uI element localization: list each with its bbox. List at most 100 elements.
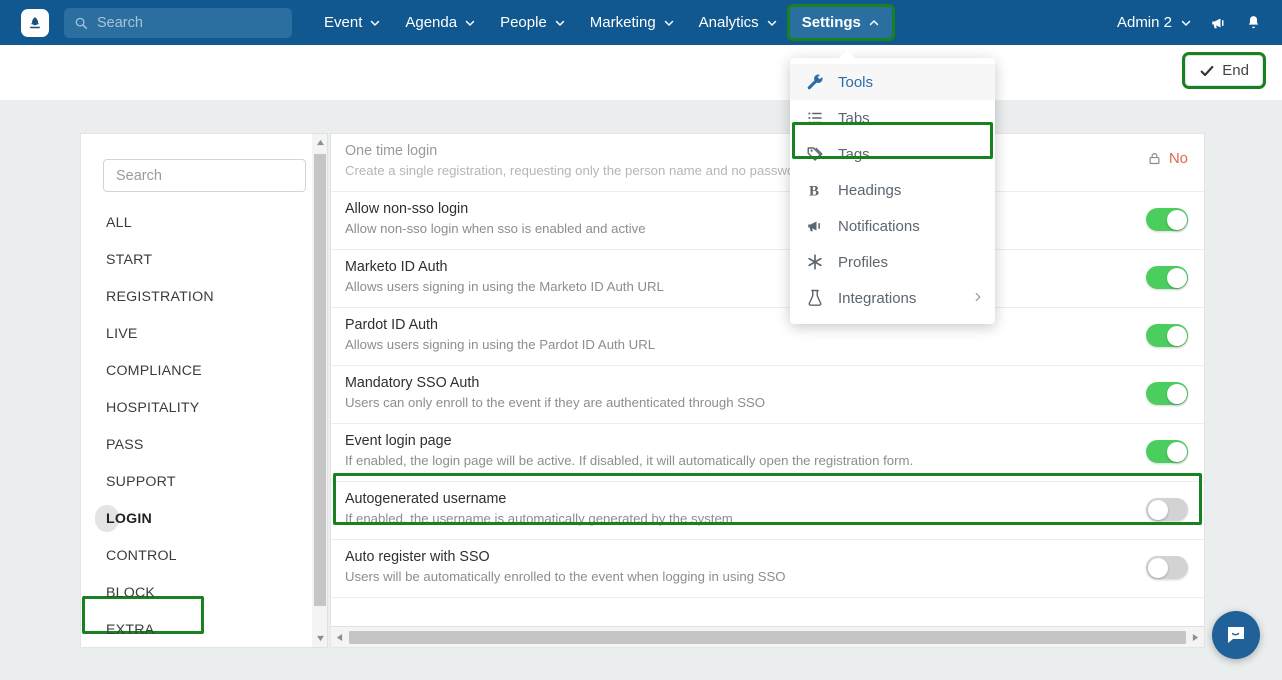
sidebar-item-label: LIVE — [106, 325, 138, 342]
dropdown-item-tabs[interactable]: Tabs — [790, 100, 995, 136]
nav-item-marketing[interactable]: Marketing — [578, 7, 687, 38]
sidebar-item-all[interactable]: ALL — [81, 204, 328, 241]
row-description: Allows users signing in using the Market… — [345, 279, 664, 294]
dropdown-item-headings[interactable]: B Headings — [790, 172, 995, 208]
notifications-button[interactable] — [1236, 0, 1270, 45]
sidebar-item-label: SUPPORT — [106, 473, 176, 490]
app-logo[interactable] — [21, 8, 49, 37]
nav-item-settings[interactable]: Settings — [786, 4, 895, 41]
sidebar-item-control[interactable]: CONTROL — [81, 537, 328, 574]
row-title: Autogenerated username — [345, 491, 507, 507]
toggle-knob — [1166, 383, 1187, 404]
toggle-knob — [1147, 557, 1168, 578]
nav-item-analytics[interactable]: Analytics — [687, 7, 790, 38]
toggle-knob — [1147, 499, 1168, 520]
sidebar-item-label: START — [106, 251, 153, 268]
sidebar-item-label: CONTROL — [106, 547, 177, 564]
dropdown-item-integrations[interactable]: Integrations — [790, 280, 995, 316]
settings-row[interactable]: Autogenerated username If enabled, the u… — [331, 482, 1204, 540]
sidebar-item-label: HOSPITALITY — [106, 399, 200, 416]
toggle-knob — [1166, 325, 1187, 346]
scroll-left-arrow-icon[interactable] — [331, 627, 348, 648]
global-search-placeholder: Search — [97, 14, 143, 31]
category-sidebar: Search ALL START REGISTRATION LIVE COMPL… — [80, 133, 328, 648]
nav-item-agenda[interactable]: Agenda — [393, 7, 488, 38]
announcements-button[interactable] — [1202, 0, 1236, 45]
nav-item-event[interactable]: Event — [312, 7, 393, 38]
sidebar-scrollbar[interactable] — [312, 133, 328, 648]
toggle-switch[interactable] — [1146, 556, 1188, 579]
sidebar-item-support[interactable]: SUPPORT — [81, 463, 328, 500]
sidebar-item-hospitality[interactable]: HOSPITALITY — [81, 389, 328, 426]
nav-menu: Event Agenda People Marketing Analytics … — [312, 4, 895, 41]
dropdown-item-label: Tabs — [838, 109, 870, 127]
main-horizontal-scrollbar[interactable] — [331, 626, 1204, 647]
account-menu[interactable]: Admin 2 — [1107, 14, 1202, 31]
sidebar-item-block[interactable]: BLOCK — [81, 574, 328, 611]
sidebar-item-label: PASS — [106, 436, 144, 453]
dropdown-item-notifications[interactable]: Notifications — [790, 208, 995, 244]
sidebar-item-login[interactable]: LOGIN — [81, 500, 328, 537]
toggle-switch[interactable] — [1146, 266, 1188, 289]
row-description: Users can only enroll to the event if th… — [345, 395, 766, 410]
settings-row[interactable]: Allow non-sso login Allow non-sso login … — [331, 192, 1204, 250]
scroll-up-arrow-icon[interactable] — [312, 134, 328, 151]
settings-row[interactable]: Marketo ID Auth Allows users signing in … — [331, 250, 1204, 308]
settings-row-mandatory-sso-auth[interactable]: Mandatory SSO Auth Users can only enroll… — [331, 366, 1204, 424]
toggle-switch[interactable] — [1146, 498, 1188, 521]
megaphone-icon — [1212, 18, 1224, 28]
row-control — [1146, 324, 1188, 347]
sub-header: End — [0, 45, 1282, 100]
scrollbar-thumb[interactable] — [314, 154, 326, 606]
toggle-switch[interactable] — [1146, 440, 1188, 463]
chevron-right-icon — [972, 290, 983, 307]
scrollbar-thumb[interactable] — [349, 630, 1186, 644]
row-title: One time login — [345, 143, 438, 159]
row-control — [1146, 498, 1188, 521]
nav-item-label: Settings — [801, 14, 861, 31]
row-control — [1146, 556, 1188, 579]
settings-row[interactable]: Event login page If enabled, the login p… — [331, 424, 1204, 482]
support-chat-button[interactable] — [1212, 611, 1260, 659]
sidebar-item-compliance[interactable]: COMPLIANCE — [81, 352, 328, 389]
locked-value-label: No — [1168, 150, 1188, 167]
nav-item-label: Marketing — [589, 14, 656, 31]
search-icon — [75, 17, 88, 29]
dropdown-item-tags[interactable]: Tags — [790, 136, 995, 172]
chevron-down-icon — [1181, 20, 1191, 26]
scroll-right-arrow-icon[interactable] — [1187, 627, 1204, 648]
sidebar-item-label: ALL — [106, 214, 132, 231]
account-label: Admin 2 — [1116, 14, 1172, 31]
toggle-switch[interactable] — [1146, 208, 1188, 231]
nav-item-label: Event — [324, 14, 363, 31]
chevron-down-icon — [555, 20, 565, 26]
toggle-switch[interactable] — [1146, 382, 1188, 405]
nav-item-people[interactable]: People — [488, 7, 578, 38]
settings-panel: One time login Create a single registrat… — [330, 133, 1205, 648]
row-title: Mandatory SSO Auth — [345, 375, 480, 391]
sidebar-item-start[interactable]: START — [81, 241, 328, 278]
scroll-down-arrow-icon[interactable] — [312, 630, 328, 647]
sidebar-item-pass[interactable]: PASS — [81, 426, 328, 463]
row-description: Create a single registration, requesting… — [345, 163, 807, 178]
row-control — [1146, 382, 1188, 405]
global-search-input[interactable]: Search — [64, 7, 292, 38]
toggle-knob — [1166, 209, 1187, 230]
settings-row[interactable]: Pardot ID Auth Allows users signing in u… — [331, 308, 1204, 366]
settings-row[interactable]: Auto register with SSO Users will be aut… — [331, 540, 1204, 598]
sidebar-search-input[interactable]: Search — [103, 159, 306, 192]
toggle-knob — [1166, 267, 1187, 288]
end-button[interactable]: End — [1182, 52, 1266, 89]
toggle-switch[interactable] — [1146, 324, 1188, 347]
row-title: Allow non-sso login — [345, 201, 469, 217]
dropdown-item-tools[interactable]: Tools — [790, 64, 995, 100]
logo-icon — [29, 16, 41, 28]
row-title: Pardot ID Auth — [345, 317, 438, 333]
dropdown-item-profiles[interactable]: Profiles — [790, 244, 995, 280]
dropdown-item-label: Integrations — [838, 289, 917, 307]
sidebar-item-extra[interactable]: EXTRA — [81, 611, 328, 647]
sidebar-item-registration[interactable]: REGISTRATION — [81, 278, 328, 315]
settings-row[interactable]: One time login Create a single registrat… — [331, 134, 1204, 192]
flask-icon — [806, 289, 828, 307]
sidebar-item-live[interactable]: LIVE — [81, 315, 328, 352]
